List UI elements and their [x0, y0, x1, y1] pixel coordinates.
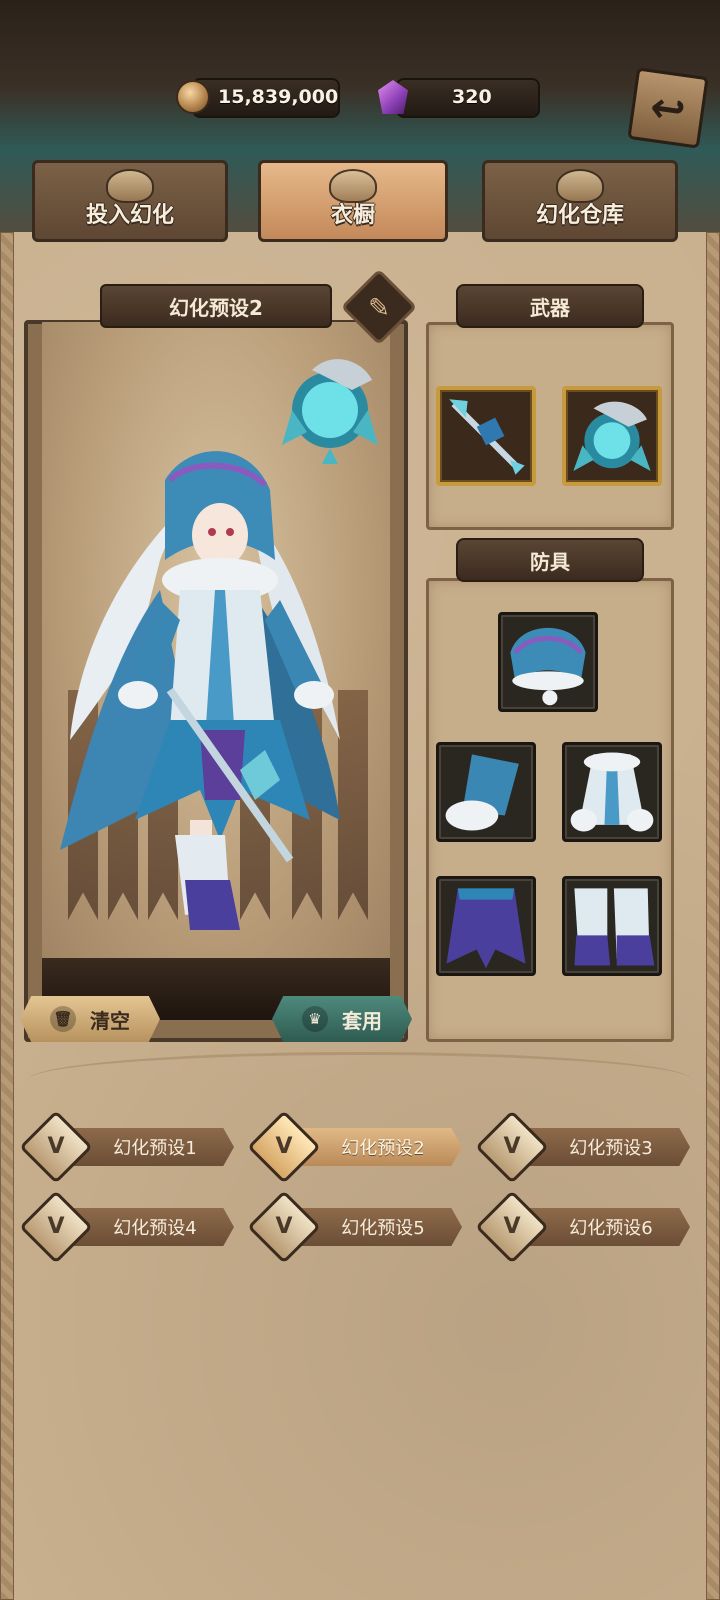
gloves-icon [445, 754, 519, 831]
preset-label: 幻化预设1 [113, 1138, 197, 1159]
dragon-orb-icon [573, 401, 651, 471]
gold-amount: 15,839,000 [218, 86, 339, 108]
armor-header: 防具 [456, 538, 644, 582]
clear-button[interactable]: 🗑 清空 [20, 996, 160, 1042]
hood-icon [510, 627, 586, 706]
armor-title: 防具 [530, 549, 570, 574]
preset-button-4[interactable]: 幻化预设4 V [19, 1190, 234, 1264]
armor-slot-feet[interactable] [562, 876, 662, 976]
coat-icon [570, 752, 654, 832]
preset-button-1[interactable]: 幻化预设1 V [19, 1110, 234, 1184]
boots-icon [574, 888, 655, 966]
preset-button-2[interactable]: 幻化预设2 V [247, 1110, 462, 1184]
weapons-title: 武器 [530, 295, 570, 320]
skirt-icon [446, 888, 526, 969]
wardrobe-emblem-icon [329, 169, 377, 203]
armor-slot-waist[interactable] [436, 876, 536, 976]
crown-icon: ♛ [302, 1006, 328, 1032]
back-button[interactable]: ↩ [627, 67, 709, 149]
weapon-slot-orb[interactable] [562, 386, 662, 486]
coin-icon [176, 80, 210, 114]
armor-slot-body[interactable] [562, 742, 662, 842]
preset-button-5[interactable]: 幻化预设5 V [247, 1190, 462, 1264]
preset-label: 幻化预设5 [341, 1218, 425, 1239]
gem-amount: 320 [452, 86, 492, 108]
tab-transmog-storage[interactable]: 幻化仓库 [482, 160, 678, 242]
left-border-decoration [0, 232, 14, 1600]
section-divider [28, 1052, 692, 1108]
armor-slot-head[interactable] [498, 612, 598, 712]
preset-label: 幻化预设3 [569, 1138, 653, 1159]
preset-label: 幻化预设6 [569, 1218, 653, 1239]
preset-button-3[interactable]: 幻化预设3 V [475, 1110, 690, 1184]
clear-button-label: 清空 [90, 1008, 130, 1033]
tab-invest-transmog[interactable]: 投入幻化 [32, 160, 228, 242]
apply-button-label: 套用 [342, 1008, 382, 1033]
armor-slot-hands[interactable] [436, 742, 536, 842]
feather-icon: ✎ [368, 293, 390, 324]
preset-label: 幻化预设2 [341, 1138, 425, 1159]
weapon-slot-staff[interactable] [436, 386, 536, 486]
staff-icon [449, 399, 525, 475]
apply-button[interactable]: ♛ 套用 [272, 996, 412, 1042]
preset-label: 幻化预设4 [113, 1218, 197, 1239]
tab-wardrobe[interactable]: 衣橱 [258, 160, 448, 242]
right-border-decoration [706, 232, 720, 1600]
trash-icon: 🗑 [50, 1006, 76, 1032]
weapons-header: 武器 [456, 284, 644, 328]
dragon-orb-emblem [282, 359, 378, 464]
preset-title-plate: 幻化预设2 [100, 284, 332, 328]
mask-icon [106, 169, 154, 203]
preset-button-6[interactable]: 幻化预设6 V [475, 1190, 690, 1264]
back-arrow-icon: ↩ [647, 81, 689, 135]
cabinet-icon [556, 169, 604, 203]
current-preset-name: 幻化预设2 [169, 295, 263, 320]
character-model[interactable] [40, 440, 380, 940]
